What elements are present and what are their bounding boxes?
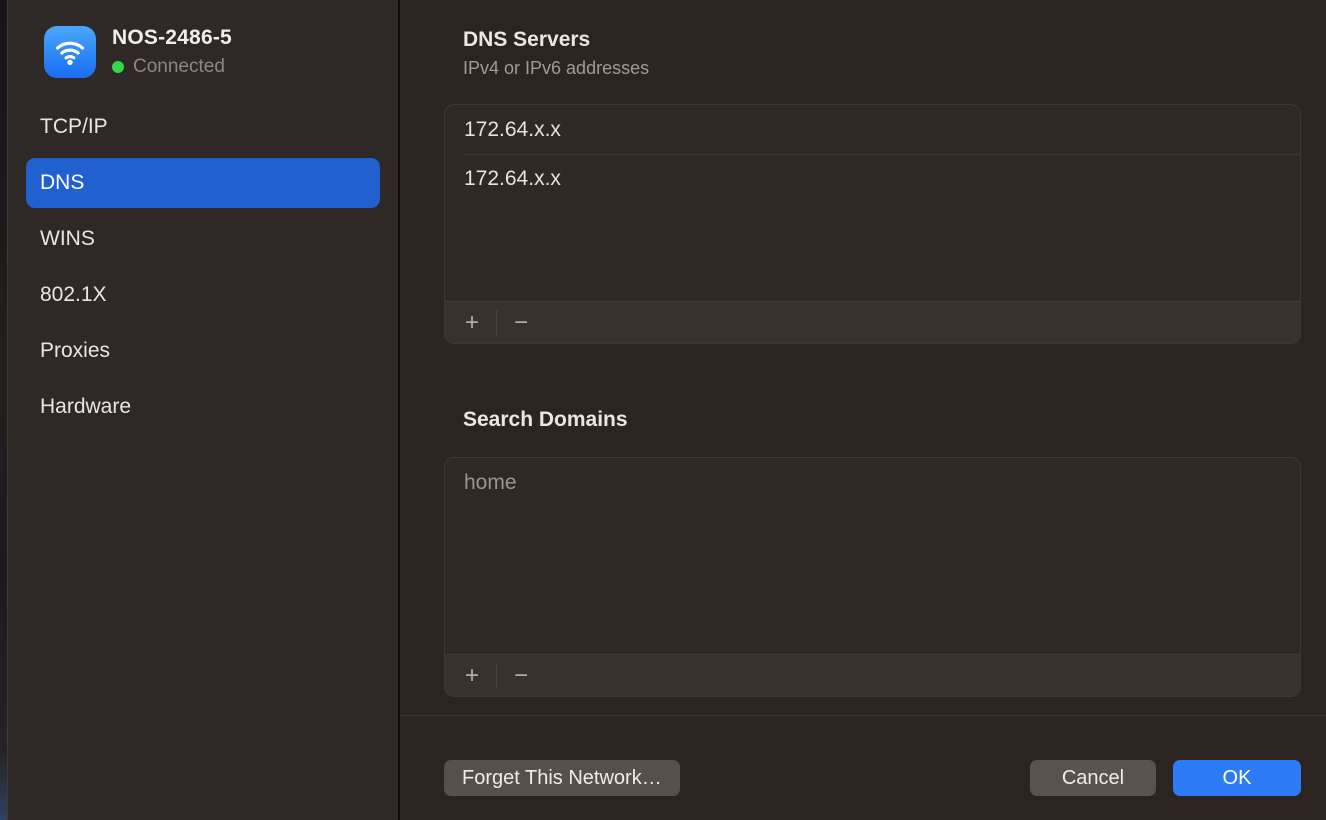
search-domains-remove-button[interactable]: − (502, 661, 540, 691)
footer-button-row: Forget This Network… Cancel OK (400, 716, 1326, 796)
search-domains-title: Search Domains (463, 408, 1301, 432)
dns-remove-button[interactable]: − (502, 308, 540, 338)
network-header: NOS-2486-5 Connected (8, 26, 398, 78)
background-window-edge (0, 0, 8, 820)
sidebar-item-tcpip[interactable]: TCP/IP (26, 102, 380, 152)
sidebar-item-wins[interactable]: WINS (26, 214, 380, 264)
pm-divider (496, 663, 497, 689)
dns-add-button[interactable]: + (453, 308, 491, 338)
search-domains-section: Search Domains home + − (444, 408, 1301, 697)
sidebar-nav: TCP/IP DNS WINS 802.1X Proxies Hardware (8, 102, 398, 432)
sidebar-item-hardware[interactable]: Hardware (26, 382, 380, 432)
dns-servers-section: DNS Servers IPv4 or IPv6 addresses 172.6… (444, 28, 1301, 344)
pm-divider (496, 310, 497, 336)
dns-servers-listbox-footer: + − (445, 301, 1300, 343)
sidebar: NOS-2486-5 Connected TCP/IP DNS WINS 802.1X… (8, 0, 400, 820)
dns-servers-listbox: 172.64.x.x172.64.x.x + − (444, 104, 1301, 344)
dns-server-row[interactable]: 172.64.x.x (445, 154, 1300, 203)
sidebar-item-dns[interactable]: DNS (26, 158, 380, 208)
network-details-panel: DNS Servers IPv4 or IPv6 addresses 172.6… (400, 0, 1326, 820)
forget-this-network-button[interactable]: Forget This Network… (444, 760, 680, 796)
panel-content: DNS Servers IPv4 or IPv6 addresses 172.6… (400, 0, 1326, 697)
search-domain-row[interactable]: home (445, 458, 1300, 507)
wifi-icon (44, 26, 96, 78)
cancel-button[interactable]: Cancel (1030, 760, 1156, 796)
network-info: NOS-2486-5 Connected (112, 26, 232, 78)
dns-server-row[interactable]: 172.64.x.x (445, 105, 1300, 154)
connected-status-dot (112, 61, 124, 73)
network-status: Connected (112, 56, 232, 78)
network-name: NOS-2486-5 (112, 26, 232, 50)
sidebar-item-proxies[interactable]: Proxies (26, 326, 380, 376)
search-domains-listbox: home + − (444, 457, 1301, 697)
ok-button[interactable]: OK (1173, 760, 1301, 796)
search-domains-add-button[interactable]: + (453, 661, 491, 691)
dns-servers-title: DNS Servers (463, 28, 1301, 52)
search-domains-listbox-footer: + − (445, 654, 1300, 696)
connected-status-label: Connected (133, 56, 225, 78)
search-domains-rows: home (445, 458, 1300, 654)
dns-servers-subtitle: IPv4 or IPv6 addresses (463, 58, 1301, 79)
sidebar-item-8021x[interactable]: 802.1X (26, 270, 380, 320)
dns-servers-rows: 172.64.x.x172.64.x.x (445, 105, 1300, 301)
